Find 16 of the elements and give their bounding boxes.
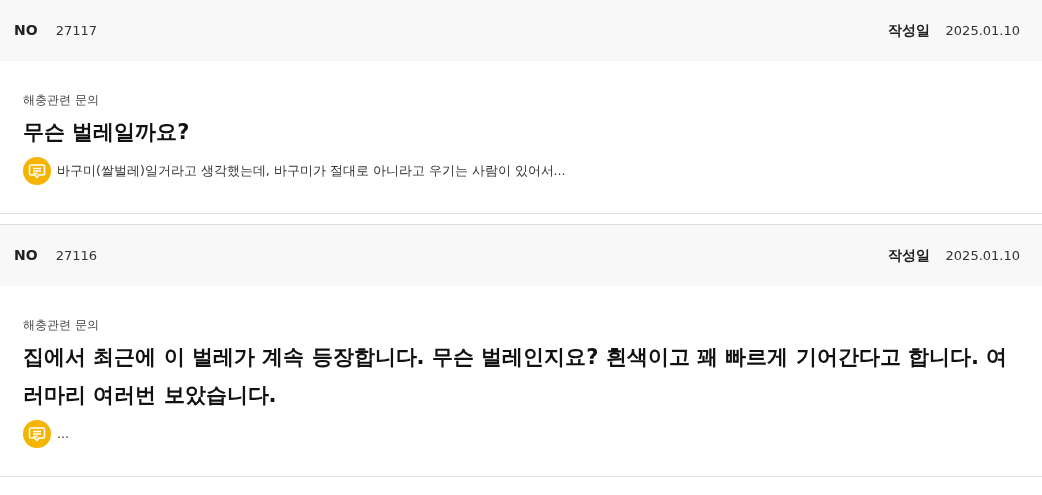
- date-label: 작성일: [887, 246, 930, 265]
- post-title[interactable]: 집에서 최근에 이 벌레가 계속 등장합니다. 무슨 벌레인지요? 흰색이고 꽤 빠르게 기어간다고 합니다. 여러마리 여러번 보았습니다.: [23, 338, 1012, 414]
- speech-bubble-icon: [23, 420, 51, 448]
- speech-bubble-icon: [23, 157, 51, 185]
- answer-preview: 바구미(쌀벌레)일거라고 생각했는데, 바구미가 절대로 아니라고 우기는 사람이 있어서...: [57, 161, 566, 180]
- post-category: 해충관련 문의: [23, 317, 100, 334]
- post-title[interactable]: 무슨 벌레일까요?: [23, 113, 1012, 151]
- number-label: NO: [14, 21, 38, 40]
- post-category: 해충관련 문의: [23, 92, 100, 109]
- post-number: 27116: [55, 246, 97, 265]
- post-date: 2025.01.10: [945, 21, 1020, 40]
- date-label: 작성일: [887, 21, 930, 40]
- post-date: 2025.01.10: [945, 246, 1020, 265]
- number-label: NO: [14, 246, 38, 265]
- post-number: 27117: [55, 21, 97, 40]
- answer-preview: ...: [57, 424, 69, 443]
